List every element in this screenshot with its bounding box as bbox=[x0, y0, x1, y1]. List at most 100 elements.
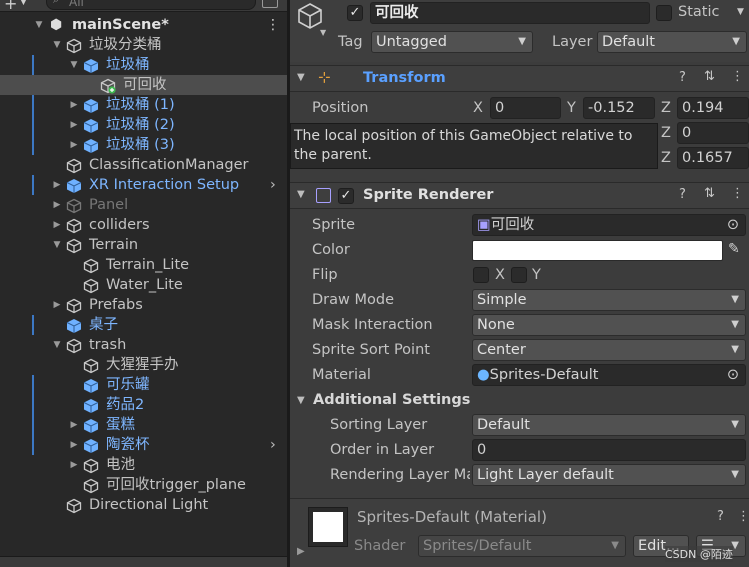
collapse-arrow-icon[interactable]: ▶ bbox=[69, 135, 79, 155]
tag-dropdown[interactable]: Untagged ▼ bbox=[371, 31, 533, 53]
hierarchy-item[interactable]: ClassificationManager bbox=[0, 155, 287, 175]
collapse-arrow-icon[interactable]: ▶ bbox=[69, 455, 79, 475]
eyedropper-icon[interactable]: ✎ bbox=[728, 241, 740, 257]
position-x-label[interactable]: X bbox=[473, 100, 483, 116]
mask-interaction-dropdown[interactable]: None ▼ bbox=[472, 314, 746, 336]
prefab-override-marker bbox=[32, 415, 34, 435]
hierarchy-item-label: 药品2 bbox=[106, 397, 145, 413]
hierarchy-item[interactable]: 可回收 bbox=[0, 75, 287, 95]
expand-arrow-icon[interactable]: ▼ bbox=[69, 55, 79, 75]
hierarchy-item[interactable]: ▶ 垃圾桶 (2) bbox=[0, 115, 287, 135]
position-y-label[interactable]: Y bbox=[567, 100, 576, 116]
chevron-right-icon[interactable]: › bbox=[270, 175, 276, 195]
rotation-z-field[interactable]: 0 bbox=[677, 122, 749, 144]
color-swatch[interactable] bbox=[472, 240, 723, 261]
hierarchy-item[interactable]: ▼ Terrain bbox=[0, 235, 287, 255]
active-checkbox[interactable]: ✓ bbox=[347, 5, 363, 21]
presets-icon[interactable]: ⇅ bbox=[704, 186, 715, 201]
collapse-arrow-icon[interactable]: ▶ bbox=[69, 415, 79, 435]
flip-x-checkbox[interactable] bbox=[473, 267, 489, 283]
expand-arrow-icon[interactable]: ▼ bbox=[52, 235, 62, 255]
unity-scene-icon: ⬢ bbox=[50, 17, 63, 33]
rendering-layer-dropdown[interactable]: Light Layer default ▼ bbox=[472, 464, 746, 486]
collapse-arrow-icon[interactable]: ▶ bbox=[69, 435, 79, 455]
scene-row[interactable]: ▼ ⬢ mainScene* ⋮ bbox=[0, 15, 287, 35]
collapse-arrow-icon[interactable]: ▶ bbox=[52, 215, 62, 235]
expand-arrow-icon[interactable]: ▼ bbox=[52, 335, 62, 355]
hierarchy-item[interactable]: ▶ XR Interaction Setup › bbox=[0, 175, 287, 195]
presets-icon[interactable]: ⇅ bbox=[704, 69, 715, 84]
object-name-field[interactable]: 可回收 bbox=[370, 2, 650, 24]
collapse-arrow-icon[interactable]: ▶ bbox=[52, 195, 62, 215]
collapse-arrow-icon[interactable]: ▶ bbox=[52, 295, 62, 315]
hierarchy-item[interactable]: ▶ 垃圾桶 (3) bbox=[0, 135, 287, 155]
order-in-layer-field[interactable]: 0 bbox=[472, 439, 746, 461]
object-picker-icon[interactable]: ⊙ bbox=[727, 365, 739, 385]
hierarchy-item[interactable]: Water_Lite bbox=[0, 275, 287, 295]
shader-dropdown[interactable]: Sprites/Default ▼ bbox=[418, 535, 626, 557]
scene-expand-arrow[interactable]: ▼ bbox=[34, 15, 44, 35]
hierarchy-item[interactable]: ▶ Prefabs bbox=[0, 295, 287, 315]
hierarchy-item[interactable]: 药品2 bbox=[0, 395, 287, 415]
sprite-renderer-header[interactable]: ▼ ✓ Sprite Renderer ? ⇅ ⋮ bbox=[290, 182, 749, 209]
hierarchy-item[interactable]: 可乐罐 bbox=[0, 375, 287, 395]
hierarchy-item[interactable]: ▶ Panel bbox=[0, 195, 287, 215]
icon-dropdown-arrow-icon[interactable]: ▼ bbox=[320, 28, 326, 37]
hierarchy-item[interactable]: ▶ 陶瓷杯 › bbox=[0, 435, 287, 455]
chevron-right-icon[interactable]: › bbox=[270, 435, 276, 455]
hierarchy-item[interactable]: Terrain_Lite bbox=[0, 255, 287, 275]
position-x-field[interactable]: 0 bbox=[490, 97, 561, 119]
hierarchy-item[interactable]: ▶ 蛋糕 bbox=[0, 415, 287, 435]
hierarchy-item[interactable]: ▼ 垃圾桶 bbox=[0, 55, 287, 75]
additional-settings-foldout-arrow[interactable]: ▼ bbox=[297, 395, 305, 406]
hierarchy-item[interactable]: 大猩猩手办 bbox=[0, 355, 287, 375]
position-y-field[interactable]: -0.152 bbox=[583, 97, 655, 119]
sprite-renderer-enabled-checkbox[interactable]: ✓ bbox=[338, 188, 354, 204]
scene-menu-icon[interactable]: ⋮ bbox=[266, 15, 280, 35]
sprite-sort-point-dropdown[interactable]: Center ▼ bbox=[472, 339, 746, 361]
add-icon[interactable]: + bbox=[4, 0, 17, 13]
hierarchy-item[interactable]: Directional Light bbox=[0, 495, 287, 515]
collapse-arrow-icon[interactable]: ▶ bbox=[69, 95, 79, 115]
collapse-arrow-icon[interactable]: ▶ bbox=[69, 115, 79, 135]
help-icon[interactable]: ? bbox=[717, 509, 724, 524]
help-icon[interactable]: ? bbox=[679, 187, 686, 202]
menu-icon[interactable]: ⋮ bbox=[731, 69, 744, 84]
hierarchy-item[interactable]: ▶ 垃圾桶 (1) bbox=[0, 95, 287, 115]
hierarchy-item[interactable]: ▼ trash bbox=[0, 335, 287, 355]
material-field[interactable]: ●Sprites-Default ⊙ bbox=[472, 364, 746, 386]
sprite-field[interactable]: ▣可回收 ⊙ bbox=[472, 214, 746, 236]
static-dropdown-icon[interactable]: ▼ bbox=[737, 7, 744, 17]
help-icon[interactable]: ? bbox=[679, 70, 686, 85]
transform-header[interactable]: ▼ ⊹ Transform ? ⇅ ⋮ bbox=[290, 65, 749, 92]
object-picker-icon[interactable]: ⊙ bbox=[727, 215, 739, 235]
chevron-down-icon: ▼ bbox=[611, 540, 619, 551]
hierarchy-item[interactable]: ▶ 电池 bbox=[0, 455, 287, 475]
position-z-field[interactable]: 0.194 bbox=[677, 97, 749, 119]
material-foldout-arrow[interactable]: ▶ bbox=[297, 546, 305, 557]
collapse-arrow-icon[interactable]: ▶ bbox=[52, 175, 62, 195]
menu-icon[interactable]: ⋮ bbox=[737, 509, 749, 524]
scale-z-label[interactable]: Z bbox=[661, 150, 671, 166]
flip-y-checkbox[interactable] bbox=[511, 267, 527, 283]
hierarchy-item[interactable]: ▶ colliders bbox=[0, 215, 287, 235]
dropdown-arrow-icon[interactable]: ▼ bbox=[20, 0, 27, 7]
hierarchy-item[interactable]: 桌子 bbox=[0, 315, 287, 335]
sprite-renderer-foldout-arrow[interactable]: ▼ bbox=[297, 189, 305, 200]
gameobject-icon bbox=[83, 258, 99, 274]
expand-arrow-icon[interactable]: ▼ bbox=[52, 35, 62, 55]
draw-mode-dropdown[interactable]: Simple ▼ bbox=[472, 289, 746, 311]
scale-z-field[interactable]: 0.1657 bbox=[677, 147, 749, 169]
hierarchy-item[interactable]: ▼ 垃圾分类桶 bbox=[0, 35, 287, 55]
layer-dropdown[interactable]: Default ▼ bbox=[597, 31, 747, 53]
menu-icon[interactable]: ⋮ bbox=[731, 186, 744, 201]
position-z-label[interactable]: Z bbox=[661, 100, 671, 116]
additional-settings-label[interactable]: Additional Settings bbox=[313, 392, 470, 408]
hierarchy-item[interactable]: 可回收trigger_plane bbox=[0, 475, 287, 495]
search-input[interactable]: ⌕ All bbox=[46, 0, 256, 10]
sorting-layer-dropdown[interactable]: Default ▼ bbox=[472, 414, 746, 436]
static-checkbox[interactable] bbox=[656, 5, 672, 21]
rotation-z-label[interactable]: Z bbox=[661, 125, 671, 141]
lock-icon[interactable] bbox=[262, 0, 278, 8]
transform-foldout-arrow[interactable]: ▼ bbox=[297, 72, 305, 83]
